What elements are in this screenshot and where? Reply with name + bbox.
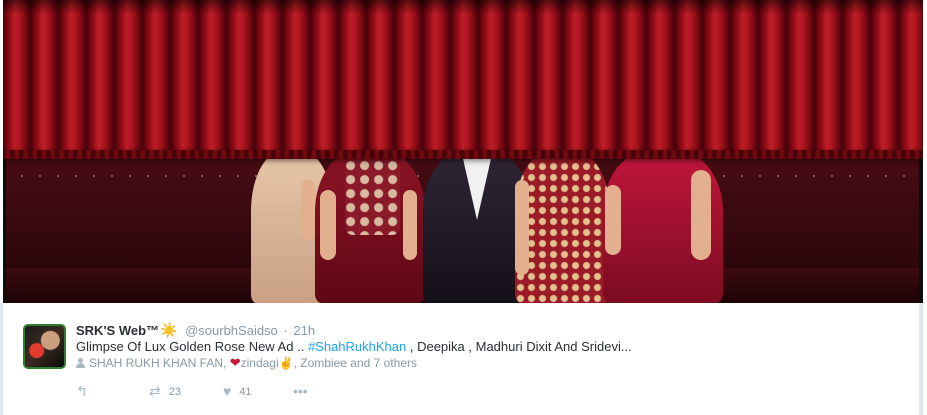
person-figure xyxy=(315,150,425,303)
author-avatar[interactable] xyxy=(23,324,66,369)
person-figure xyxy=(515,150,610,303)
tweet-text-part: , Deepika , Madhuri Dixit And Sridevi... xyxy=(406,339,632,354)
retweet-count: 23 xyxy=(168,386,181,398)
reply-arrow-icon: ↰ xyxy=(76,383,88,399)
victory-hand-emoji-icon: ✌ xyxy=(278,356,294,370)
author-name[interactable]: SRK'S Web™ xyxy=(76,323,159,338)
like-button[interactable]: ♥ 41 xyxy=(223,383,252,401)
tweet-header: SRK'S Web™☀️ @sourbhSaidso · 21h xyxy=(76,322,315,338)
hashtag-link[interactable]: #ShahRukhKhan xyxy=(308,339,406,354)
more-dots-icon: ••• xyxy=(293,383,308,399)
curtain-fringe xyxy=(3,150,923,159)
context-text: zindagi xyxy=(240,356,279,370)
tweet-text-part: Glimpse Of Lux Golden Rose New Ad .. xyxy=(76,339,308,354)
more-options-button[interactable]: ••• xyxy=(293,383,308,401)
red-curtain xyxy=(3,0,923,157)
tweet-text: Glimpse Of Lux Golden Rose New Ad .. #Sh… xyxy=(76,339,632,354)
context-text: , Zombiee and 7 others xyxy=(293,356,417,370)
context-text: SHAH RUKH KHAN FAN, xyxy=(89,356,230,370)
sun-emoji-icon: ☀️ xyxy=(160,322,178,338)
retweet-icon: ⇄ xyxy=(149,383,161,399)
user-icon xyxy=(76,358,85,368)
heart-icon: ♥ xyxy=(223,383,232,399)
author-handle[interactable]: @sourbhSaidso xyxy=(185,323,278,338)
reply-button[interactable]: ↰ xyxy=(76,383,88,401)
separator-dot: · xyxy=(283,323,288,338)
heart-emoji-icon: ❤ xyxy=(229,355,241,370)
tweet-timestamp[interactable]: 21h xyxy=(293,323,315,338)
retweet-button[interactable]: ⇄ 23 xyxy=(149,383,181,401)
tweet-card[interactable]: SRK'S Web™☀️ @sourbhSaidso · 21h Glimpse… xyxy=(0,303,923,415)
person-figure xyxy=(603,150,723,303)
liked-by-context[interactable]: SHAH RUKH KHAN FAN, ❤zindagi✌, Zombiee a… xyxy=(76,355,417,371)
tweet-media-photo[interactable] xyxy=(3,0,923,303)
like-count: 41 xyxy=(239,386,252,398)
